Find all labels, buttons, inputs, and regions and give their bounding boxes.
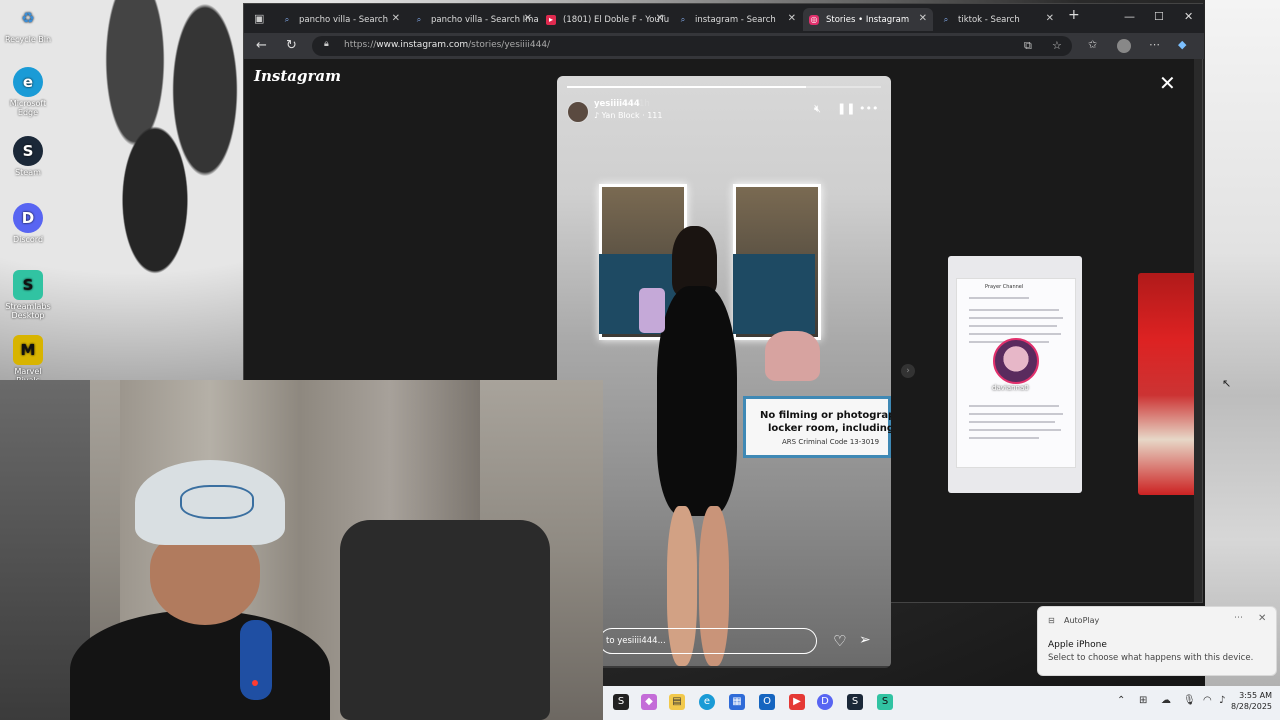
- close-window-button[interactable]: ✕: [1184, 10, 1193, 23]
- tray-chevron-icon[interactable]: ⌃: [1117, 695, 1125, 706]
- webcam-microphone: [240, 620, 272, 700]
- profile-avatar-icon[interactable]: [1117, 39, 1131, 53]
- tab-actions-icon[interactable]: ▣: [254, 12, 264, 25]
- youtube-icon: ▸: [546, 14, 556, 25]
- close-tab-icon[interactable]: ✕: [919, 13, 927, 24]
- edge-taskbar-icon[interactable]: e: [699, 694, 715, 710]
- refresh-icon[interactable]: ↻: [286, 38, 297, 53]
- story-phone: [639, 288, 665, 333]
- page-scrollbar[interactable]: [1194, 59, 1202, 602]
- favorites-icon[interactable]: ✩: [1088, 38, 1097, 51]
- search-icon: ⌕: [943, 14, 949, 24]
- desktop-icon-recycle-bin[interactable]: ♻ Recycle Bin: [4, 3, 52, 44]
- discord-icon: D: [13, 203, 43, 233]
- lock-icon: 🔒︎: [324, 39, 329, 49]
- close-tab-icon[interactable]: ✕: [656, 13, 664, 24]
- onedrive-icon[interactable]: ☁: [1161, 695, 1171, 706]
- autoplay-icon: ⊟: [1048, 616, 1055, 625]
- notification-more-icon[interactable]: ⋯: [1234, 613, 1243, 623]
- address-bar[interactable]: 🔒︎ https://www.instagram.com/stories/yes…: [312, 36, 1072, 56]
- desktop-icon-discord[interactable]: D Discord: [4, 203, 52, 244]
- search-icon: ⌕: [416, 14, 422, 24]
- heart-icon[interactable]: ♡: [833, 632, 846, 650]
- steam-taskbar-icon-2[interactable]: S: [847, 694, 863, 710]
- taskbar: S ◆ ▤ e ▦ O ▶ D S S ⌃ ⊞ ☁ 🎙︎ ◠ ♪ 3:55 AM…: [603, 686, 1280, 720]
- mic-tray-icon[interactable]: 🎙︎: [1183, 695, 1196, 706]
- instagram-icon: ◎: [809, 14, 819, 25]
- close-tab-icon[interactable]: ✕: [788, 13, 796, 24]
- more-options-icon[interactable]: ⋯: [1149, 38, 1160, 51]
- streamlabs-taskbar-icon[interactable]: S: [877, 694, 893, 710]
- autoplay-notification[interactable]: ⊟ AutoPlay ⋯ ✕ Apple iPhone Select to ch…: [1037, 606, 1277, 676]
- mute-icon[interactable]: 🔇︎: [814, 102, 821, 116]
- story-viewer[interactable]: No filming or photography locker room, i…: [557, 76, 891, 668]
- more-icon[interactable]: •••: [859, 102, 878, 115]
- desktop-icon-marvel-rivals[interactable]: M Marvel Rivals: [4, 335, 52, 385]
- wifi-icon[interactable]: ◠: [1203, 695, 1212, 706]
- close-stories-icon[interactable]: ✕: [1159, 71, 1176, 95]
- wallpaper-palm: [95, 0, 245, 380]
- maximize-button[interactable]: ☐: [1154, 10, 1164, 23]
- close-tab-icon[interactable]: ✕: [1046, 13, 1054, 24]
- story-sign: No filming or photography locker room, i…: [743, 396, 891, 458]
- next-story-arrow-icon[interactable]: ›: [901, 364, 915, 378]
- address-toolbar: ← ↻ 🔒︎ https://www.instagram.com/stories…: [244, 33, 1204, 59]
- story-progress-bar: [567, 86, 881, 88]
- back-icon[interactable]: ←: [256, 38, 267, 53]
- story-time: 1h: [639, 99, 650, 109]
- tab-youtube[interactable]: ▸ (1801) El Doble F - YouTu ✕: [540, 8, 670, 31]
- outlook-icon[interactable]: O: [759, 694, 775, 710]
- tray-app-icon[interactable]: ⊞: [1139, 695, 1147, 706]
- notification-close-icon[interactable]: ✕: [1258, 613, 1266, 624]
- minimize-button[interactable]: —: [1124, 10, 1135, 23]
- preview-avatar: [993, 338, 1039, 384]
- store-icon[interactable]: ▦: [729, 694, 745, 710]
- tab-tiktok-search[interactable]: ⌕ tiktok - Search ✕: [935, 8, 1060, 31]
- search-icon: ⌕: [680, 14, 686, 24]
- preview-username: davianna0: [992, 384, 1029, 392]
- story-user-avatar[interactable]: [567, 101, 589, 123]
- url-text: https://www.instagram.com/stories/yesiii…: [344, 40, 551, 50]
- story-music-label[interactable]: ♪ Yan Block · 111: [594, 111, 662, 120]
- tab-instagram-search[interactable]: ⌕ instagram - Search ✕: [672, 8, 802, 31]
- reply-input[interactable]: to yesiiii444...: [599, 628, 817, 654]
- desktop-icon-edge[interactable]: e Microsoft Edge: [4, 67, 52, 117]
- marvel-rivals-icon: M: [13, 335, 43, 365]
- story-bag: [765, 331, 820, 381]
- file-explorer-icon[interactable]: ▤: [669, 694, 685, 710]
- copilot-icon[interactable]: ◆: [1178, 38, 1186, 51]
- tab-pancho-villa-search[interactable]: ⌕ pancho villa - Search ✕: [276, 8, 406, 31]
- tab-stories-instagram[interactable]: ◎ Stories • Instagram ✕: [803, 8, 933, 31]
- tab-bar: ▣ ⌕ pancho villa - Search ✕ ⌕ pancho vil…: [244, 4, 1204, 33]
- instagram-logo[interactable]: Instagram: [254, 67, 341, 85]
- send-icon[interactable]: ➢: [859, 632, 871, 648]
- volume-icon[interactable]: ♪: [1219, 695, 1225, 706]
- desktop-icon-steam[interactable]: S Steam: [4, 136, 52, 177]
- desktop-icon-streamlabs[interactable]: S Streamlabs Desktop: [4, 270, 52, 320]
- discord-taskbar-icon[interactable]: D: [817, 694, 833, 710]
- system-clock[interactable]: 3:55 AM 8/28/2025: [1231, 690, 1272, 712]
- close-tab-icon[interactable]: ✕: [392, 13, 400, 24]
- streamlabs-icon: S: [13, 270, 43, 300]
- steam-icon: S: [13, 136, 43, 166]
- app-available-icon[interactable]: ⧉: [1024, 39, 1032, 53]
- webcam-overlay: [0, 380, 603, 720]
- edge-icon: e: [13, 67, 43, 97]
- new-tab-button[interactable]: +: [1068, 7, 1080, 23]
- youtube-taskbar-icon[interactable]: ▶: [789, 694, 805, 710]
- webcam-chair: [340, 520, 550, 720]
- mouse-cursor-icon: ↖: [1222, 377, 1232, 390]
- search-icon: ⌕: [284, 14, 290, 24]
- story-preview-after-next[interactable]: [1138, 273, 1194, 495]
- story-preview-next[interactable]: Prayer Channel davianna0: [948, 256, 1082, 493]
- recycle-bin-icon: ♻: [21, 8, 35, 27]
- steam-taskbar-icon[interactable]: S: [613, 694, 629, 710]
- pause-icon[interactable]: ❚❚: [837, 102, 855, 115]
- favorite-star-icon[interactable]: ☆: [1052, 39, 1062, 52]
- copilot-taskbar-icon[interactable]: ◆: [641, 694, 657, 710]
- close-tab-icon[interactable]: ✕: [524, 13, 532, 24]
- story-username[interactable]: yesiiii444: [594, 99, 640, 109]
- tab-pancho-villa-images[interactable]: ⌕ pancho villa - Search Ima ✕: [408, 8, 538, 31]
